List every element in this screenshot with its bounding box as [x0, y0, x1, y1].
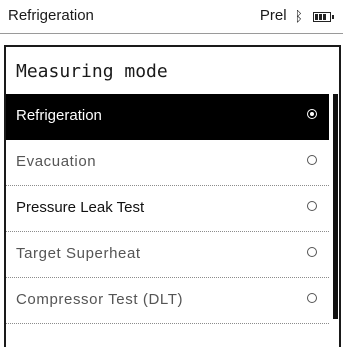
- radio-unselected-icon[interactable]: [307, 201, 317, 211]
- mode-item-label: Compressor Test (DLT): [16, 291, 184, 308]
- mode-item-pressure-leak-test[interactable]: Pressure Leak Test: [6, 186, 329, 232]
- mode-item-target-superheat[interactable]: Target Superheat: [6, 232, 329, 278]
- radio-unselected-icon[interactable]: [307, 293, 317, 303]
- panel-title: Measuring mode: [16, 61, 168, 82]
- radio-unselected-icon[interactable]: [307, 155, 317, 165]
- mode-item-label: Refrigeration: [16, 107, 102, 124]
- mode-item-refrigeration[interactable]: Refrigeration: [6, 94, 329, 140]
- scrollbar[interactable]: [331, 94, 339, 347]
- measuring-mode-panel: Measuring mode Refrigeration Evacuation …: [4, 45, 341, 347]
- status-indicators: Prel ᛒ: [259, 7, 334, 24]
- status-bar: Refrigeration Prel ᛒ: [0, 0, 343, 30]
- status-text: Prel: [259, 7, 287, 24]
- radio-unselected-icon[interactable]: [307, 247, 317, 257]
- battery-icon: [313, 11, 334, 22]
- mode-item-label: Target Superheat: [16, 245, 141, 262]
- mode-item-label: Pressure Leak Test: [16, 199, 145, 216]
- status-divider: [0, 33, 343, 34]
- mode-list: Refrigeration Evacuation Pressure Leak T…: [6, 94, 329, 324]
- mode-item-compressor-test[interactable]: Compressor Test (DLT): [6, 278, 329, 324]
- mode-item-label: Evacuation: [16, 153, 97, 170]
- app-title: Refrigeration: [8, 7, 94, 24]
- radio-selected-icon[interactable]: [307, 109, 317, 119]
- mode-item-evacuation[interactable]: Evacuation: [6, 140, 329, 186]
- scrollbar-thumb[interactable]: [333, 94, 338, 319]
- screen: Refrigeration Prel ᛒ Measuring mode Refr…: [0, 0, 343, 347]
- bluetooth-icon: ᛒ: [294, 7, 303, 24]
